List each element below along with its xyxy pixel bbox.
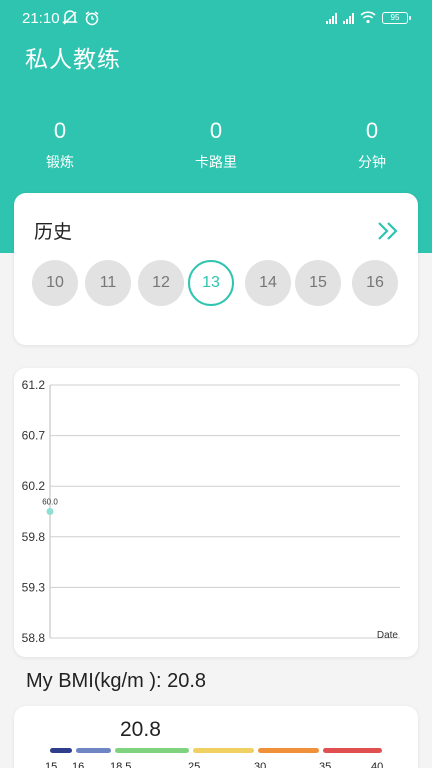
- history-day-14[interactable]: 14: [245, 260, 291, 306]
- page-title: 私人教练: [25, 47, 121, 73]
- stats-row: 0 锻炼 0 卡路里 0 分钟: [0, 118, 432, 178]
- history-day-10[interactable]: 10: [32, 260, 78, 306]
- battery-icon: 95: [382, 11, 411, 24]
- status-bar: 21:10 95: [0, 0, 432, 36]
- status-time: 21:10: [22, 10, 60, 27]
- chart-x-axis-label: Date: [377, 630, 399, 641]
- chart-y-tick-label: 58.8: [22, 631, 46, 645]
- chart-y-tick-label: 59.8: [22, 530, 46, 544]
- stat-workouts-label: 锻炼: [46, 155, 74, 171]
- stat-minutes-label: 分钟: [358, 155, 386, 171]
- bmi-value: 20.8: [120, 718, 161, 741]
- signal-icon-2: [343, 12, 354, 24]
- bmi-card: 20.8 15 16 18.5 25 30 35 40: [14, 706, 418, 768]
- bmi-scale-segment: [115, 748, 189, 753]
- stat-calories: 0 卡路里: [166, 118, 266, 172]
- chart-y-tick-label: 60.2: [22, 479, 46, 493]
- history-day-15[interactable]: 15: [295, 260, 341, 306]
- stat-calories-value: 0: [209, 118, 223, 143]
- bmi-scale-segment: [323, 748, 382, 753]
- bmi-label: My BMI(kg/m ): 20.8: [26, 670, 207, 692]
- weight-chart-card: 61.2 60.7 60.2 59.8 59.3 58.8 60.0 Date: [14, 368, 418, 657]
- stat-minutes: 0 分钟: [322, 118, 422, 172]
- stat-calories-label: 卡路里: [195, 155, 237, 171]
- bmi-scale-tick: 18.5: [110, 761, 132, 768]
- weight-chart: 61.2 60.7 60.2 59.8 59.3 58.8 60.0 Date: [22, 378, 400, 645]
- alarm-icon: [85, 11, 99, 26]
- history-day-16[interactable]: 16: [352, 260, 398, 306]
- chart-y-tick-label: 61.2: [22, 378, 46, 392]
- bmi-scale-tick: 25: [188, 761, 201, 768]
- chart-y-tick-label: 60.7: [22, 429, 46, 443]
- history-title: 历史: [34, 221, 73, 243]
- signal-icon: [326, 12, 337, 24]
- wifi-icon: [360, 11, 376, 24]
- chart-data-label: 60.0: [42, 498, 58, 507]
- chart-data-point[interactable]: [46, 508, 54, 515]
- history-day-12[interactable]: 12: [138, 260, 184, 306]
- mute-icon: [62, 10, 78, 25]
- bmi-scale-tick: 30: [254, 761, 267, 768]
- chart-y-tick-label: 59.3: [22, 580, 46, 594]
- bmi-scale-tick: 15: [45, 761, 58, 768]
- history-card: 历史 10 11 12 13 14 15 16: [14, 193, 418, 345]
- bmi-scale-segment: [193, 748, 254, 753]
- bmi-scale-segment: [76, 748, 111, 753]
- bmi-scale-tick: 35: [319, 761, 332, 768]
- double-chevron-right-icon[interactable]: [376, 219, 402, 243]
- bmi-scale-segment: [50, 748, 72, 753]
- bmi-scale-tick: 16: [72, 761, 85, 768]
- history-day-11[interactable]: 11: [85, 260, 131, 306]
- stat-workouts-value: 0: [53, 118, 67, 143]
- history-day-13-selected[interactable]: 13: [188, 260, 234, 306]
- bmi-scale-segment: [258, 748, 319, 753]
- stat-workouts: 0 锻炼: [10, 118, 110, 172]
- stat-minutes-value: 0: [365, 118, 379, 143]
- bmi-scale-tick: 40: [371, 761, 384, 768]
